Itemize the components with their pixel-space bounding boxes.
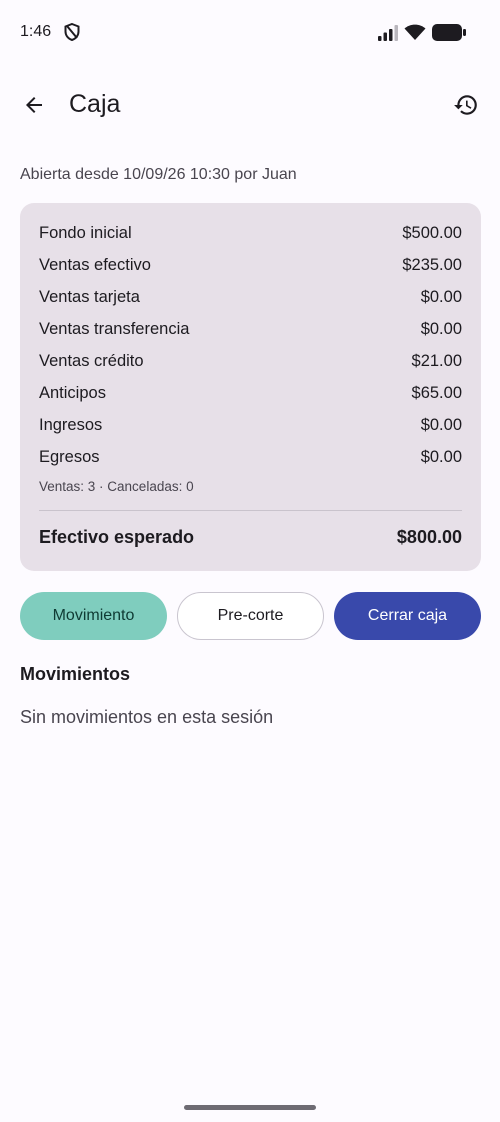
expected-cash-row: Efectivo esperado $800.00 xyxy=(39,527,462,551)
row-label: Egresos xyxy=(39,448,100,466)
expected-cash-label: Efectivo esperado xyxy=(39,527,195,547)
row-label: Ventas transferencia xyxy=(39,320,190,338)
row-label: Ventas efectivo xyxy=(39,256,151,274)
movements-empty-text: Sin movimientos en esta sesión xyxy=(20,707,274,727)
summary-row-ingresos: Ingresos $0.00 xyxy=(39,416,462,438)
summary-row-fondo-inicial: Fondo inicial $500.00 xyxy=(39,224,462,246)
row-value: $21.00 xyxy=(411,352,462,370)
row-value: $0.00 xyxy=(420,448,462,466)
summary-card: Fondo inicial $500.00 Ventas efectivo $2… xyxy=(20,203,481,571)
sales-counts: Ventas: 3 · Canceladas: 0 xyxy=(39,479,194,494)
movimiento-button[interactable]: Movimiento xyxy=(20,592,167,640)
summary-row-egresos: Egresos $0.00 xyxy=(39,448,462,470)
movements-title: Movimientos xyxy=(20,664,131,684)
row-value: $65.00 xyxy=(411,384,462,402)
arrow-back-icon xyxy=(26,97,42,113)
divider xyxy=(39,510,462,511)
history-button[interactable] xyxy=(446,85,486,125)
summary-row-ventas-transferencia: Ventas transferencia $0.00 xyxy=(39,320,462,342)
row-value: $0.00 xyxy=(420,416,462,434)
row-label: Fondo inicial xyxy=(39,224,132,242)
status-time: 1:46 xyxy=(20,23,52,40)
row-label: Ventas tarjeta xyxy=(39,288,140,306)
status-bar: 1:46 xyxy=(0,0,500,64)
signal-icon xyxy=(378,25,398,41)
session-info: Abierta desde 10/09/26 10:30 por Juan xyxy=(20,166,297,183)
pre-corte-button[interactable]: Pre-corte xyxy=(177,592,324,640)
page-title: Caja xyxy=(69,90,121,118)
row-label: Ingresos xyxy=(39,416,103,434)
row-label: Anticipos xyxy=(39,384,106,402)
wifi-icon xyxy=(404,24,426,40)
row-value: $500.00 xyxy=(402,224,462,242)
home-indicator[interactable] xyxy=(184,1105,316,1110)
row-value: $0.00 xyxy=(420,320,462,338)
row-value: $235.00 xyxy=(402,256,462,274)
back-button[interactable] xyxy=(14,85,54,125)
summary-row-ventas-credito: Ventas crédito $21.00 xyxy=(39,352,462,374)
summary-row-ventas-tarjeta: Ventas tarjeta $0.00 xyxy=(39,288,462,310)
row-value: $0.00 xyxy=(420,288,462,306)
app-bar: Caja xyxy=(0,70,500,140)
history-icon xyxy=(454,95,477,115)
summary-row-anticipos: Anticipos $65.00 xyxy=(39,384,462,406)
expected-cash-value: $800.00 xyxy=(396,527,462,547)
summary-row-ventas-efectivo: Ventas efectivo $235.00 xyxy=(39,256,462,278)
shield-icon xyxy=(64,23,80,41)
battery-icon xyxy=(432,24,466,41)
cerrar-caja-button[interactable]: Cerrar caja xyxy=(334,592,481,640)
row-label: Ventas crédito xyxy=(39,352,144,370)
